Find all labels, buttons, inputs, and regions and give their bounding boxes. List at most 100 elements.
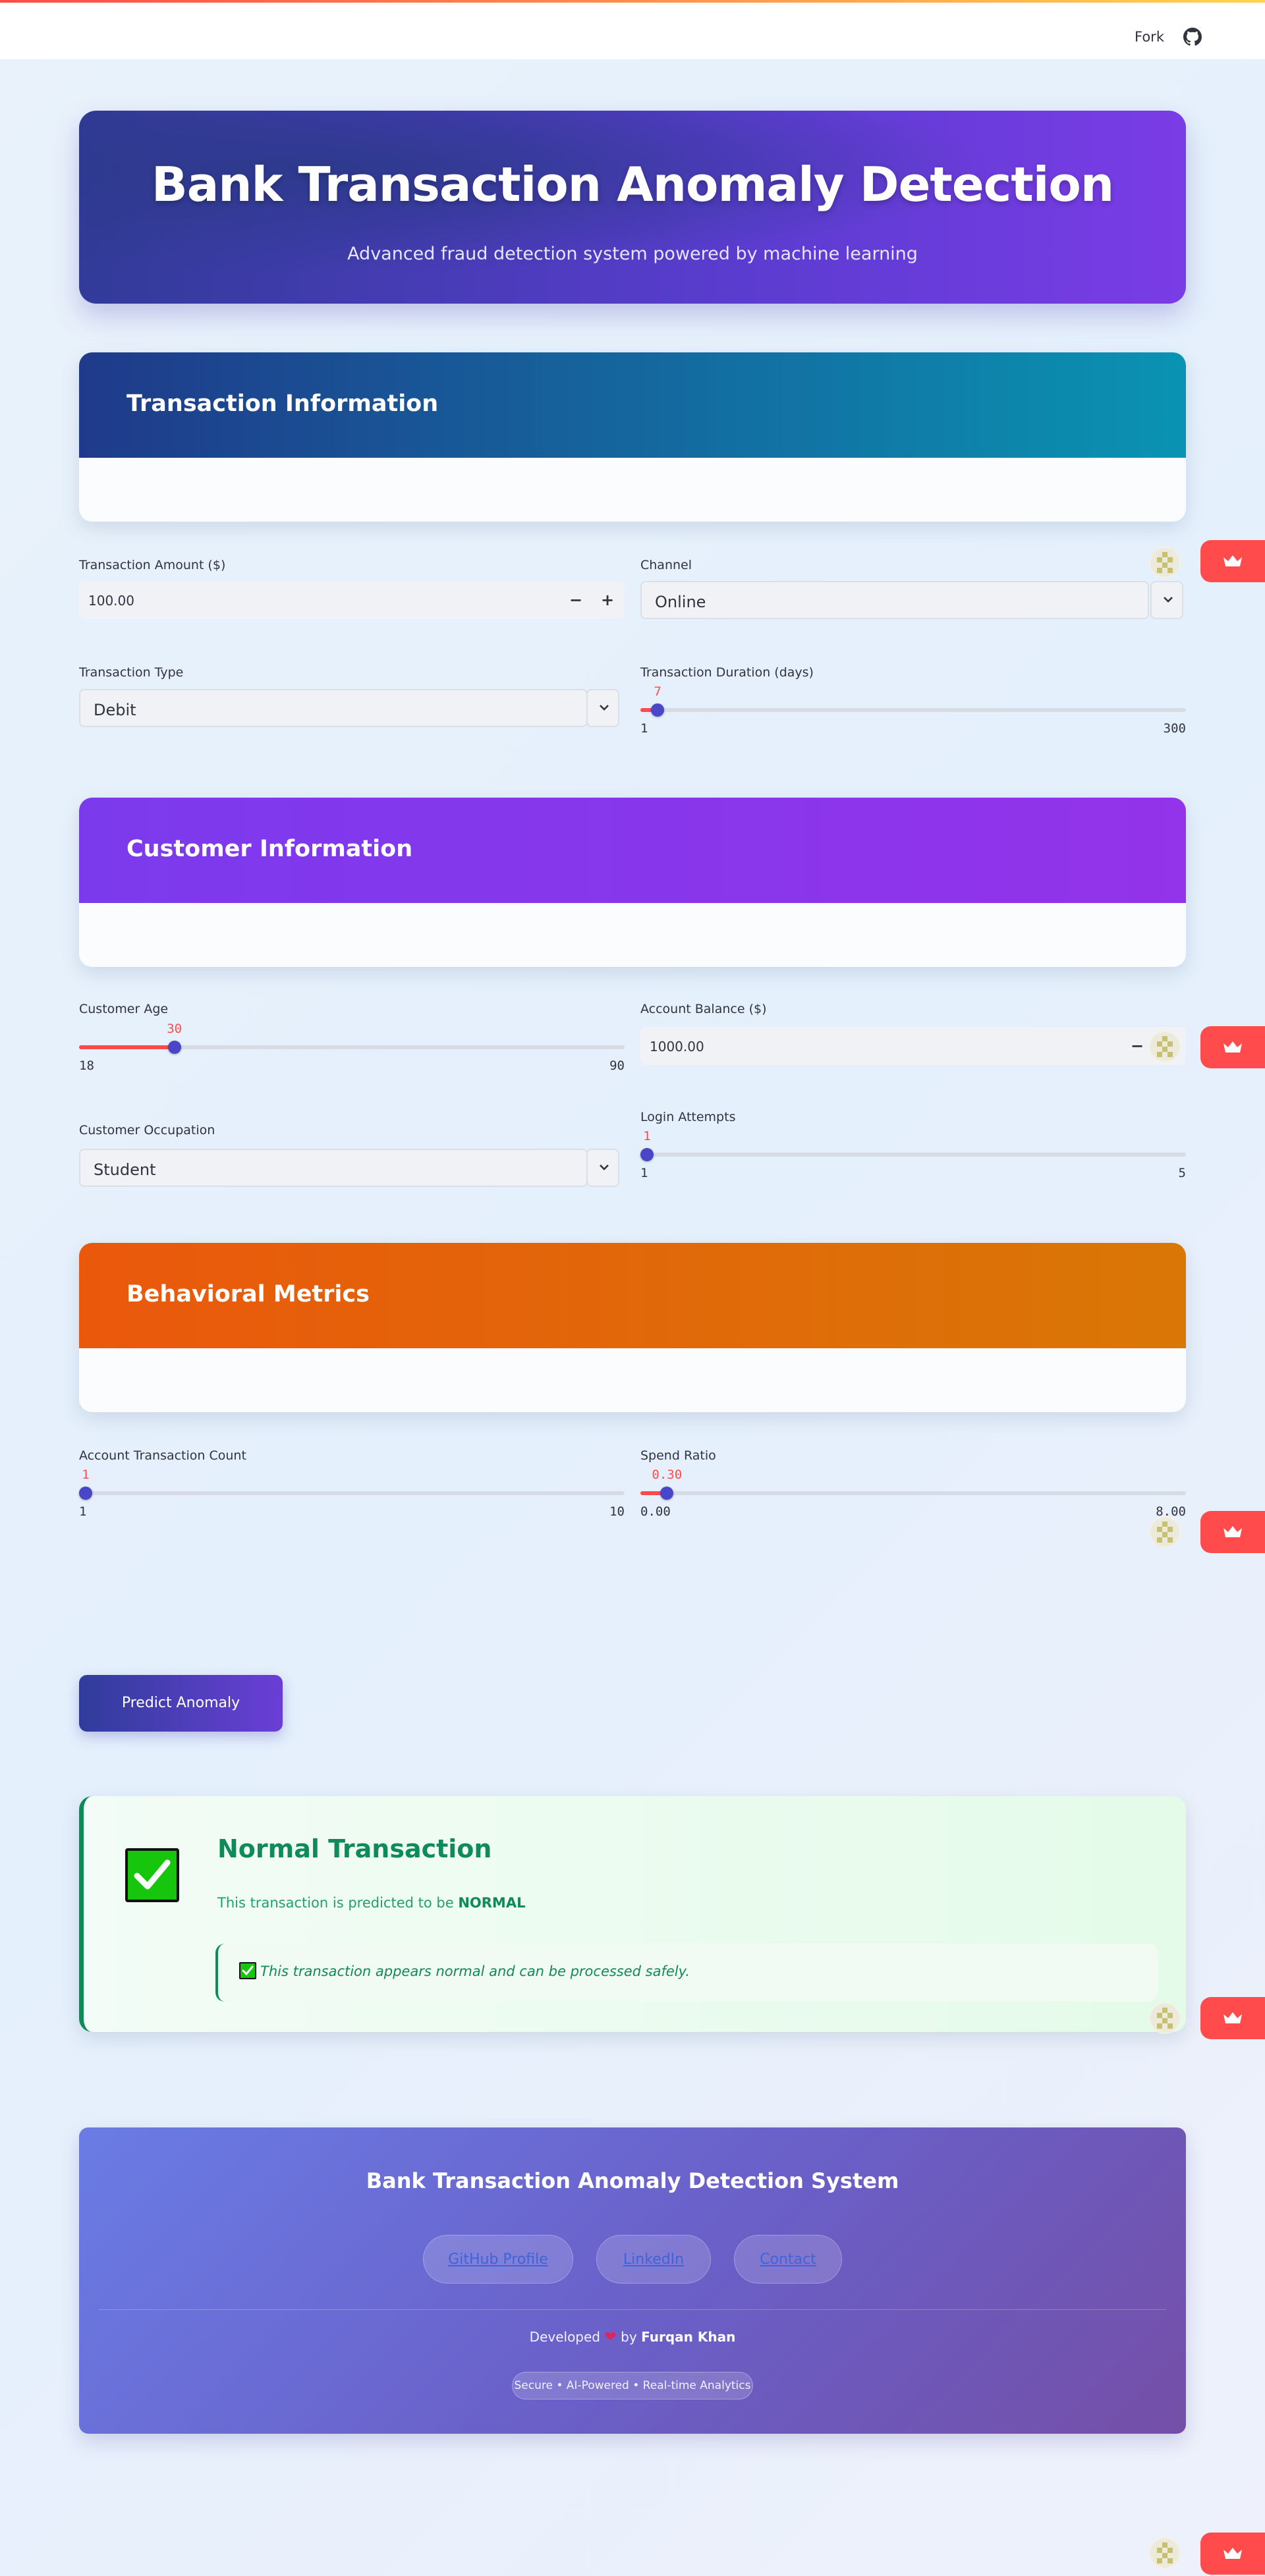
slider-track — [640, 708, 1186, 712]
login-attempts-slider[interactable]: 1 1 5 — [640, 1129, 1186, 1182]
streamlit-crown-badge[interactable] — [1200, 1511, 1265, 1553]
author-name: Furqan Khan — [641, 2329, 736, 2345]
slider-current-value: 1 — [643, 1129, 651, 1143]
result-note-text: This transaction appears normal and can … — [260, 1963, 690, 1979]
transaction-type-value: Debit — [94, 701, 136, 719]
customer-occupation-dropdown-button[interactable] — [586, 1149, 619, 1187]
transaction-duration-label: Transaction Duration (days) — [640, 665, 814, 680]
transaction-amount-input[interactable]: 100.00 − + — [79, 581, 625, 619]
slider-track — [640, 1491, 1186, 1495]
behavioral-metrics-card: Behavioral Metrics — [79, 1243, 1186, 1412]
section-title: Customer Information — [126, 836, 413, 862]
customer-age-slider[interactable]: 30 18 90 — [79, 1022, 625, 1074]
chevron-down-icon — [600, 705, 609, 711]
avatar[interactable] — [1149, 2537, 1181, 2569]
result-text: This transaction is predicted to be NORM… — [217, 1895, 526, 1911]
section-title: Transaction Information — [126, 391, 439, 417]
slider-max-label: 5 — [1178, 1166, 1186, 1180]
transaction-info-card: Transaction Information — [79, 352, 1186, 522]
transaction-duration-slider[interactable]: 7 1 300 — [640, 684, 1186, 737]
account-balance-label: Account Balance ($) — [640, 1002, 767, 1016]
decrement-button[interactable]: − — [1121, 1027, 1153, 1065]
streamlit-crown-badge[interactable] — [1200, 540, 1265, 582]
github-profile-link[interactable]: GitHub Profile — [423, 2235, 573, 2284]
linkedin-link[interactable]: LinkedIn — [596, 2235, 711, 2284]
contact-link[interactable]: Contact — [734, 2235, 842, 2284]
page-subtitle: Advanced fraud detection system powered … — [347, 244, 918, 264]
login-attempts-label: Login Attempts — [640, 1110, 736, 1124]
transaction-type-select[interactable]: Debit — [79, 689, 588, 727]
footer-divider — [99, 2309, 1166, 2310]
github-icon[interactable] — [1183, 28, 1202, 46]
streamlit-crown-badge[interactable] — [1200, 2533, 1265, 2575]
slider-current-value: 0.30 — [652, 1467, 683, 1482]
slider-max-label: 10 — [609, 1504, 625, 1519]
slider-min-label: 18 — [79, 1058, 94, 1073]
transaction-type-dropdown-button[interactable] — [586, 689, 619, 727]
slider-thumb[interactable] — [79, 1487, 92, 1500]
customer-info-card: Customer Information — [79, 798, 1186, 967]
behavioral-metrics-header: Behavioral Metrics — [79, 1243, 1186, 1348]
customer-occupation-select[interactable]: Student — [79, 1149, 588, 1187]
slider-max-label: 90 — [609, 1058, 625, 1073]
footer-tagline: Secure • AI-Powered • Real-time Analytic… — [512, 2372, 753, 2399]
page-title: Bank Transaction Anomaly Detection — [151, 157, 1114, 212]
transaction-amount-label: Transaction Amount ($) — [79, 558, 226, 572]
slider-min-label: 0.00 — [640, 1504, 671, 1519]
channel-value: Online — [655, 593, 706, 611]
spend-ratio-slider[interactable]: 0.30 0.00 8.00 — [640, 1467, 1186, 1520]
transaction-type-label: Transaction Type — [79, 665, 184, 680]
spend-ratio-label: Spend Ratio — [640, 1448, 716, 1463]
footer-title: Bank Transaction Anomaly Detection Syste… — [366, 2168, 899, 2193]
avatar[interactable] — [1149, 2002, 1181, 2034]
slider-thumb[interactable] — [651, 703, 665, 717]
result-note: This transaction appears normal and can … — [215, 1944, 1158, 2002]
avatar[interactable] — [1149, 1031, 1181, 1062]
check-mark-icon — [239, 1962, 256, 1979]
account-transaction-count-label: Account Transaction Count — [79, 1448, 246, 1463]
crown-icon — [1223, 555, 1242, 566]
slider-current-value: 30 — [167, 1022, 183, 1036]
footer: Bank Transaction Anomaly Detection Syste… — [79, 2127, 1186, 2434]
fork-button[interactable]: Fork — [1135, 29, 1164, 45]
customer-info-header: Customer Information — [79, 798, 1186, 903]
avatar[interactable] — [1149, 547, 1181, 578]
slider-thumb[interactable] — [640, 1148, 654, 1161]
crown-icon — [1223, 1041, 1242, 1053]
slider-min-label: 1 — [79, 1504, 87, 1519]
section-title: Behavioral Metrics — [126, 1281, 370, 1307]
customer-age-label: Customer Age — [79, 1002, 169, 1016]
streamlit-crown-badge[interactable] — [1200, 1026, 1265, 1068]
heart-icon: ❤ — [604, 2329, 617, 2345]
slider-thumb[interactable] — [167, 1041, 181, 1054]
avatar[interactable] — [1149, 1516, 1181, 1548]
streamlit-crown-badge[interactable] — [1200, 1997, 1265, 2039]
slider-current-value: 1 — [82, 1467, 90, 1482]
app-toolbar: Fork — [0, 3, 1265, 59]
crown-icon — [1223, 1526, 1242, 1537]
developer-credit: Developed ❤ by Furqan Khan — [529, 2329, 736, 2345]
slider-max-label: 300 — [1163, 721, 1186, 736]
chevron-down-icon — [1164, 597, 1173, 603]
chevron-down-icon — [600, 1165, 609, 1170]
account-transaction-count-slider[interactable]: 1 1 10 — [79, 1467, 625, 1520]
slider-min-label: 1 — [640, 721, 648, 736]
increment-button[interactable]: + — [592, 581, 623, 619]
channel-label: Channel — [640, 558, 692, 572]
slider-fill — [79, 1045, 175, 1049]
predict-anomaly-button[interactable]: Predict Anomaly — [79, 1675, 283, 1732]
slider-min-label: 1 — [640, 1166, 648, 1180]
account-balance-input[interactable]: 1000.00 − — [640, 1027, 1186, 1065]
result-title: Normal Transaction — [217, 1834, 492, 1863]
hero-banner: Bank Transaction Anomaly Detection Advan… — [79, 111, 1186, 304]
channel-select[interactable]: Online — [640, 581, 1149, 619]
channel-dropdown-button[interactable] — [1150, 581, 1183, 619]
crown-icon — [1223, 2548, 1242, 2559]
prediction-result-card: Normal Transaction This transaction is p… — [79, 1796, 1186, 2032]
slider-track — [79, 1491, 625, 1495]
customer-occupation-label: Customer Occupation — [79, 1123, 215, 1137]
transaction-info-header: Transaction Information — [79, 352, 1186, 458]
slider-track — [640, 1153, 1186, 1157]
slider-thumb[interactable] — [660, 1487, 674, 1500]
decrement-button[interactable]: − — [560, 581, 592, 619]
